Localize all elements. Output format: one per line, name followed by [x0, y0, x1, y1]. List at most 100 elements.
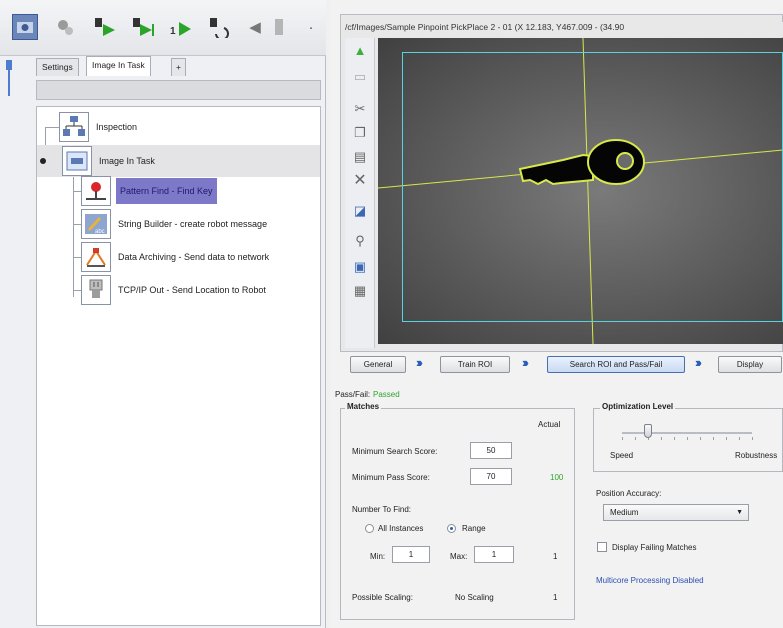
tcpip-out-icon	[81, 275, 111, 305]
chevron-down-icon: ▼	[736, 509, 743, 516]
tree-item-label: Pattern Find - Find Key	[116, 178, 217, 204]
stop-icon[interactable]	[266, 14, 292, 40]
min-count-input[interactable]: 1	[392, 546, 430, 563]
max-count-input[interactable]: 1	[474, 546, 514, 563]
pattern-find-icon	[81, 176, 111, 206]
position-accuracy-select[interactable]: Medium ▼	[603, 504, 749, 521]
cut-icon[interactable]: ✂	[351, 100, 369, 118]
tab-image-in-task[interactable]: Image In Task	[86, 56, 151, 76]
all-instances-radio[interactable]	[365, 524, 374, 533]
step-train-roi-button[interactable]: Train ROI	[440, 356, 510, 373]
svg-text:1: 1	[170, 26, 176, 37]
optimization-slider-thumb[interactable]	[644, 424, 652, 438]
min-search-input[interactable]: 50	[470, 442, 512, 459]
loop-icon[interactable]	[206, 14, 232, 40]
task-tree: Inspection Image In Task Pattern Find - …	[36, 106, 321, 626]
image-path: /cf/Images/Sample Pinpoint PickPlace 2 -…	[345, 22, 783, 37]
svg-text:abc: abc	[95, 229, 105, 235]
slider-tick	[739, 437, 740, 440]
tab-add[interactable]: +	[171, 58, 186, 76]
zoom-icon[interactable]: ⚲	[351, 232, 369, 250]
position-accuracy-value: Medium	[610, 508, 639, 517]
settings-icon[interactable]	[52, 14, 78, 40]
scaling-label: Possible Scaling:	[352, 593, 413, 602]
actual-header: Actual	[538, 420, 561, 429]
matches-group	[340, 408, 575, 620]
slider-tick	[687, 437, 688, 440]
data-archiving-icon	[81, 242, 111, 272]
back-icon[interactable]: ◀	[242, 14, 268, 40]
passfail-status: Passed	[373, 390, 400, 399]
min-label: Min:	[370, 552, 386, 561]
tree-item-label: Data Archiving - Send data to network	[118, 252, 270, 262]
slider-ticks	[622, 437, 753, 441]
image-toolbar: ▲ ▭ ✂ ❐ ▤ ✕ ◪ ⚲ ▣ ▦	[345, 38, 375, 348]
run-step-icon[interactable]	[130, 14, 156, 40]
slider-tick	[622, 437, 623, 440]
camera-icon[interactable]	[12, 14, 38, 40]
min-search-label: Minimum Search Score:	[352, 447, 438, 456]
search-roi-box[interactable]	[402, 52, 783, 322]
optimization-slider-track	[622, 432, 752, 434]
display-failing-checkbox[interactable]	[597, 542, 607, 552]
string-builder-icon: abc	[81, 209, 111, 239]
slider-tick	[661, 437, 662, 440]
expand-bullet-icon[interactable]	[40, 158, 46, 164]
step-display-button[interactable]: Display	[718, 356, 782, 373]
max-label: Max:	[450, 552, 468, 561]
speed-label: Speed	[610, 451, 634, 460]
position-accuracy-label: Position Accuracy:	[596, 489, 662, 498]
run-once-icon[interactable]: 1	[168, 14, 194, 40]
delete-icon[interactable]: ✕	[351, 172, 369, 190]
slider-tick	[726, 437, 727, 440]
chevron-right-icon: ›››	[695, 355, 702, 370]
task-header-bar	[36, 80, 321, 100]
range-label: Range	[462, 524, 486, 533]
tree-item-label: TCP/IP Out - Send Location to Robot	[118, 285, 266, 295]
tab-settings[interactable]: Settings	[36, 58, 79, 76]
grid-icon[interactable]: ▦	[351, 282, 369, 300]
tree-item-tcpip-out[interactable]: TCP/IP Out - Send Location to Robot	[81, 274, 268, 306]
paste-icon[interactable]: ▤	[351, 148, 369, 166]
all-instances-label: All Instances	[378, 524, 424, 533]
chevron-right-icon: ›››	[522, 355, 529, 370]
copy-icon[interactable]: ❐	[351, 124, 369, 142]
properties-icon[interactable]: ◪	[351, 202, 369, 220]
scaling-actual: 1	[553, 593, 558, 602]
multicore-link[interactable]: Multicore Processing Disabled	[596, 576, 704, 585]
tree-item-label: Inspection	[96, 122, 138, 132]
min-pass-actual: 100	[550, 473, 564, 482]
tree-item-data-archiving[interactable]: Data Archiving - Send data to network	[81, 241, 271, 273]
blank-icon[interactable]: ▭	[351, 68, 369, 86]
chevron-right-icon: ›››	[416, 355, 423, 370]
image-icon	[62, 146, 92, 176]
slider-tick	[674, 437, 675, 440]
display-failing-label: Display Failing Matches	[612, 543, 697, 552]
tree-item-label: Image In Task	[99, 156, 155, 166]
live-icon[interactable]: ▲	[351, 42, 369, 60]
min-pass-input[interactable]: 70	[470, 468, 512, 485]
tree-item-label: String Builder - create robot message	[118, 219, 268, 229]
inspection-icon	[59, 112, 89, 142]
range-actual: 1	[553, 552, 558, 561]
slider-tick	[635, 437, 636, 440]
scaling-value: No Scaling	[455, 593, 494, 602]
tree-item-pattern-find[interactable]: Pattern Find - Find Key	[81, 175, 217, 207]
min-pass-label: Minimum Pass Score:	[352, 473, 430, 482]
more-icon[interactable]: ·	[298, 14, 324, 40]
tree-item-inspection[interactable]: Inspection	[59, 111, 139, 143]
matches-title: Matches	[345, 402, 382, 411]
optimization-title: Optimization Level	[600, 402, 676, 411]
robustness-label: Robustness	[735, 451, 778, 460]
tree-item-image-in-task[interactable]: Image In Task	[37, 145, 320, 177]
slider-tick	[752, 437, 753, 440]
slider-tick	[700, 437, 701, 440]
pin-icon[interactable]	[4, 60, 14, 96]
tree-item-string-builder[interactable]: abc String Builder - create robot messag…	[81, 208, 269, 240]
step-search-roi-button[interactable]: Search ROI and Pass/Fail	[547, 356, 685, 373]
number-to-find-label: Number To Find:	[352, 505, 411, 514]
range-radio[interactable]	[447, 524, 456, 533]
step-general-button[interactable]: General	[350, 356, 406, 373]
picture-icon[interactable]: ▣	[351, 258, 369, 276]
run-icon[interactable]	[92, 14, 118, 40]
